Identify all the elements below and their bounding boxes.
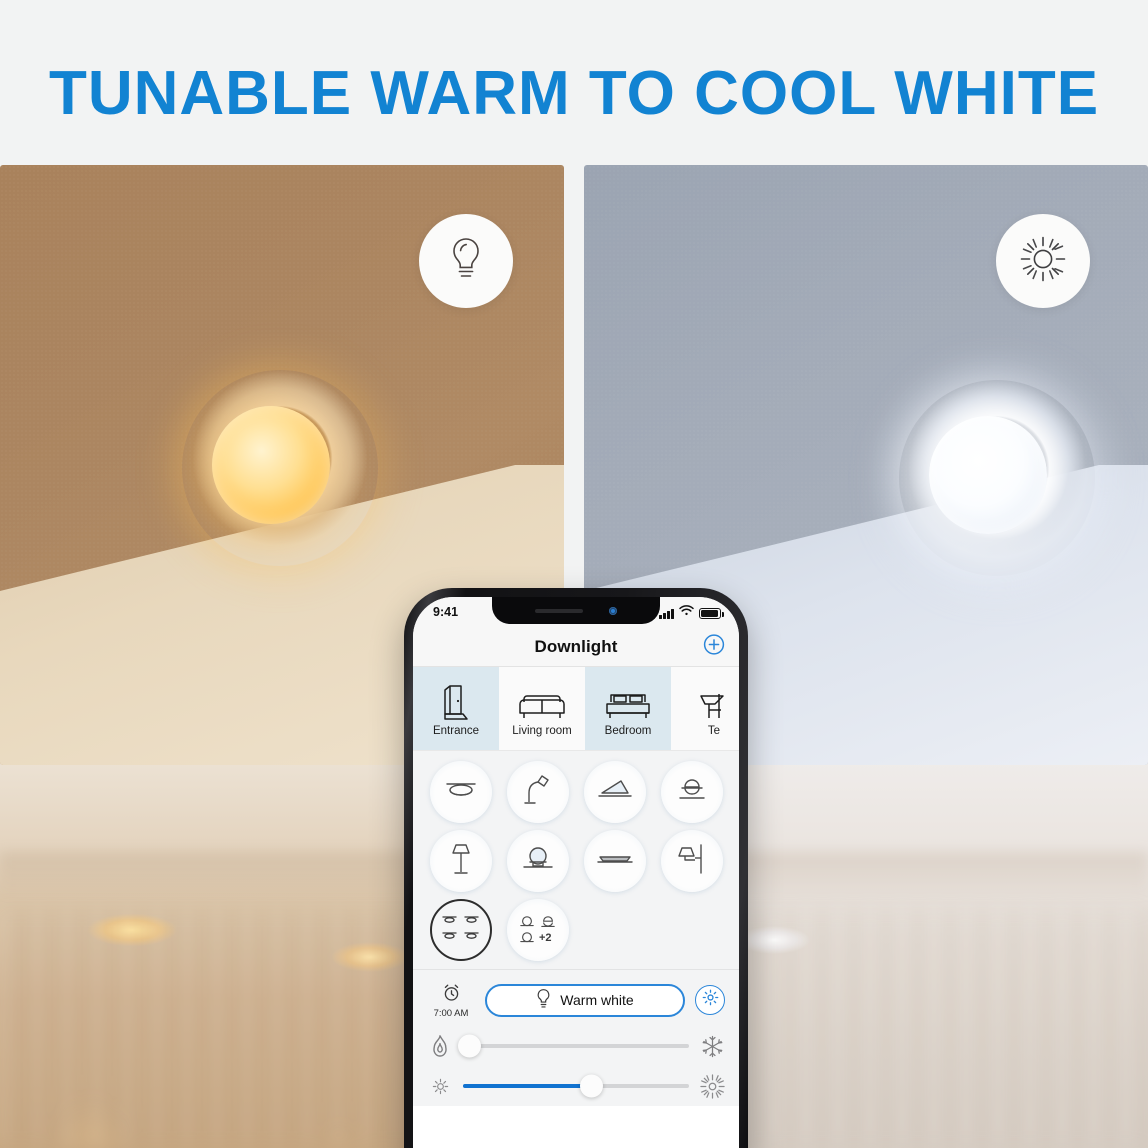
device-ceiling-light[interactable] xyxy=(429,761,492,823)
sidebar-item-terrace[interactable]: Te xyxy=(671,667,739,750)
brightness-fill xyxy=(463,1084,592,1088)
warm-fixture-lens xyxy=(212,406,330,524)
alarm-clock-icon xyxy=(441,982,462,1007)
device-table-globe[interactable] xyxy=(506,830,569,892)
ceiling-light-icon xyxy=(443,777,479,808)
chair-icon xyxy=(697,680,731,722)
device-desk-lamp[interactable] xyxy=(506,761,569,823)
desk-lamp-icon xyxy=(523,773,552,812)
warm-mode-badge xyxy=(419,214,513,308)
bulb-icon xyxy=(536,988,551,1012)
page-title: Downlight xyxy=(534,636,618,656)
device-floor-lamp[interactable] xyxy=(429,830,492,892)
alarm-time: 7:00 AM xyxy=(433,1007,469,1019)
device-grid: +2 xyxy=(413,751,739,969)
scene-label: Warm white xyxy=(560,992,634,1008)
room-tabs: Entrance Living room Bedroom Te xyxy=(413,667,739,751)
sidebar-item-entrance[interactable]: Entrance xyxy=(413,667,499,750)
flame-icon xyxy=(427,1034,453,1058)
smartphone-mockup: 9:41 Downlight Entrance Living room Bedr… xyxy=(404,588,748,1148)
sidebar-item-bedroom[interactable]: Bedroom xyxy=(585,667,671,750)
plus-circle-icon[interactable] xyxy=(703,633,725,660)
gear-icon xyxy=(702,989,719,1011)
brightness-slider-row xyxy=(427,1066,725,1106)
small-sun-icon xyxy=(427,1077,453,1096)
alarm-schedule[interactable]: 7:00 AM xyxy=(427,982,475,1019)
wedge-lamp-icon xyxy=(597,777,633,808)
phone-screen: 9:41 Downlight Entrance Living room Bedr… xyxy=(413,597,739,1148)
device-linear-bar[interactable] xyxy=(583,830,646,892)
phone-notch xyxy=(492,597,660,624)
color-temperature-slider-row xyxy=(427,1026,725,1066)
bulb-icon xyxy=(446,235,486,288)
snowflake-icon xyxy=(699,1035,725,1058)
device-downlight-group[interactable] xyxy=(429,899,492,961)
device-wedge-lamp[interactable] xyxy=(583,761,646,823)
promo-banner: TUNABLE WARM TO COOL WHITE 9:41 Downligh… xyxy=(0,0,1148,1148)
brightness-handle[interactable] xyxy=(580,1074,604,1098)
sun-icon xyxy=(1019,235,1067,288)
brightness-slider[interactable] xyxy=(463,1074,689,1098)
page-title: TUNABLE WARM TO COOL WHITE xyxy=(48,59,1100,128)
earpiece-speaker-icon xyxy=(535,608,583,613)
scene-button[interactable]: Warm white xyxy=(485,983,685,1017)
group-count-badge: +2 xyxy=(539,932,552,944)
cellular-bars-icon xyxy=(659,609,674,619)
color-temperature-slider[interactable] xyxy=(458,1034,689,1058)
table-globe-icon xyxy=(521,844,555,879)
light-controls: 7:00 AM Warm white xyxy=(413,969,739,1106)
settings-button[interactable] xyxy=(695,985,725,1015)
sofa-icon xyxy=(518,680,566,722)
room-label: Bedroom xyxy=(604,725,652,737)
device-lamp-group[interactable]: +2 xyxy=(506,899,569,961)
cool-downlight-fixture xyxy=(899,380,1095,576)
wifi-icon xyxy=(679,605,694,619)
device-dome-light[interactable] xyxy=(660,761,723,823)
door-icon xyxy=(437,680,475,722)
large-sun-icon xyxy=(699,1073,725,1099)
linear-bar-icon xyxy=(596,851,633,872)
room-label: Living room xyxy=(512,725,572,737)
wall-sconce-icon xyxy=(677,843,707,880)
front-camera-icon xyxy=(609,606,617,615)
warm-downlight-fixture xyxy=(182,370,378,566)
dome-light-icon xyxy=(677,775,707,810)
battery-icon xyxy=(699,608,724,619)
sidebar-item-living-room[interactable]: Living room xyxy=(499,667,585,750)
app-header: Downlight xyxy=(413,627,739,667)
room-label: Te xyxy=(707,725,721,737)
cool-mode-badge xyxy=(996,214,1090,308)
status-indicators xyxy=(659,605,724,619)
color-temperature-handle[interactable] xyxy=(458,1034,482,1058)
downlight-group-icon xyxy=(440,911,482,950)
bed-icon xyxy=(605,680,651,722)
room-label: Entrance xyxy=(432,725,480,737)
floor-lamp-icon xyxy=(448,841,474,882)
status-time: 9:41 xyxy=(433,605,459,619)
scene-row: 7:00 AM Warm white xyxy=(427,974,725,1026)
device-wall-sconce[interactable] xyxy=(660,830,723,892)
cool-fixture-lens xyxy=(929,416,1047,534)
lamp-group-icon: +2 xyxy=(518,915,557,946)
